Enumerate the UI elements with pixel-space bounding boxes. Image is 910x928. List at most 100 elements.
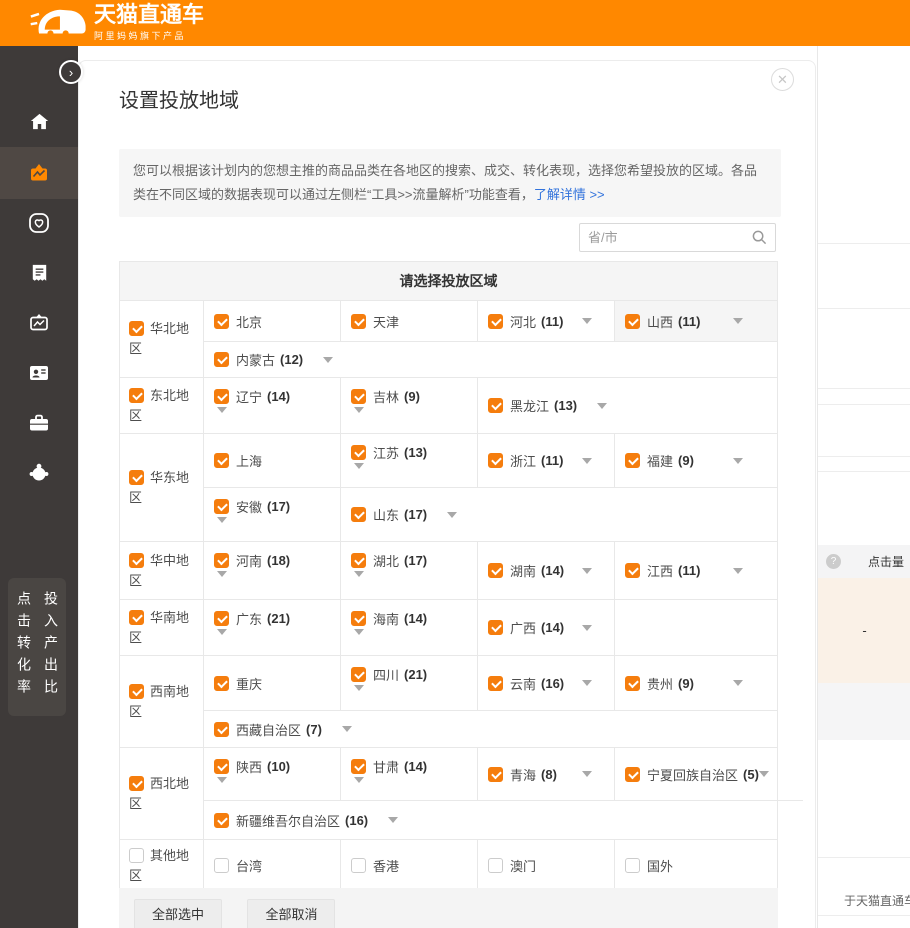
checkbox-icon[interactable] bbox=[351, 553, 366, 568]
chevron-down-icon[interactable] bbox=[759, 771, 769, 777]
province-checkbox-cell[interactable]: 甘肃(14) bbox=[341, 748, 478, 800]
checkbox-icon[interactable] bbox=[351, 445, 366, 460]
chevron-down-icon[interactable] bbox=[733, 680, 743, 686]
search-icon[interactable] bbox=[752, 230, 767, 245]
checkbox-icon[interactable] bbox=[214, 499, 229, 514]
checkbox-icon[interactable] bbox=[129, 776, 144, 791]
checkbox-icon[interactable] bbox=[129, 321, 144, 336]
checkbox-icon[interactable] bbox=[488, 620, 503, 635]
metric-label-ctr[interactable]: 点击转化率 bbox=[10, 591, 37, 716]
checkbox-icon[interactable] bbox=[214, 553, 229, 568]
checkbox-icon[interactable] bbox=[351, 507, 366, 522]
checkbox-icon[interactable] bbox=[625, 676, 640, 691]
checkbox-icon[interactable] bbox=[129, 610, 144, 625]
checkbox-icon[interactable] bbox=[351, 858, 366, 873]
checkbox-icon[interactable] bbox=[129, 388, 144, 403]
province-checkbox-cell[interactable]: 天津 bbox=[341, 301, 478, 341]
checkbox-icon[interactable] bbox=[129, 684, 144, 699]
checkbox-icon[interactable] bbox=[214, 759, 229, 774]
region-checkbox-cell[interactable]: 华东地区 bbox=[120, 434, 204, 541]
chevron-down-icon[interactable] bbox=[354, 571, 364, 594]
province-checkbox-cell[interactable]: 山西(11) bbox=[615, 301, 777, 341]
province-checkbox-cell[interactable]: 浙江(11) bbox=[478, 434, 615, 487]
chevron-down-icon[interactable] bbox=[733, 458, 743, 464]
sidebar-collapse-button[interactable]: › bbox=[59, 60, 83, 84]
chevron-down-icon[interactable] bbox=[388, 817, 398, 823]
sidebar-item-service[interactable] bbox=[0, 447, 78, 499]
checkbox-icon[interactable] bbox=[625, 314, 640, 329]
sidebar-metrics-panel[interactable]: 投入产出比 点击转化率 bbox=[8, 578, 66, 716]
checkbox-icon[interactable] bbox=[488, 858, 503, 873]
province-checkbox-cell[interactable]: 辽宁(14) bbox=[204, 378, 341, 433]
select-all-button[interactable]: 全部选中 bbox=[134, 899, 222, 928]
close-button[interactable]: ✕ bbox=[771, 68, 794, 91]
checkbox-icon[interactable] bbox=[214, 676, 229, 691]
chevron-down-icon[interactable] bbox=[217, 571, 227, 594]
checkbox-icon[interactable] bbox=[129, 470, 144, 485]
checkbox-icon[interactable] bbox=[351, 314, 366, 329]
checkbox-icon[interactable] bbox=[214, 813, 229, 828]
province-checkbox-cell[interactable]: 安徽(17) bbox=[204, 488, 341, 541]
checkbox-icon[interactable] bbox=[214, 611, 229, 626]
chevron-down-icon[interactable] bbox=[342, 726, 352, 732]
chevron-down-icon[interactable] bbox=[582, 318, 592, 324]
region-checkbox-cell[interactable]: 华中地区 bbox=[120, 542, 204, 599]
province-checkbox-cell[interactable]: 云南(16) bbox=[478, 656, 615, 710]
sidebar-item-frame-chart[interactable] bbox=[0, 297, 78, 349]
province-checkbox-cell[interactable]: 国外 bbox=[615, 840, 777, 891]
metric-label-roi[interactable]: 投入产出比 bbox=[37, 591, 64, 716]
checkbox-icon[interactable] bbox=[214, 858, 229, 873]
chevron-down-icon[interactable] bbox=[354, 685, 364, 708]
region-checkbox-cell[interactable]: 华北地区 bbox=[120, 301, 204, 377]
chevron-down-icon[interactable] bbox=[354, 777, 364, 800]
checkbox-icon[interactable] bbox=[625, 767, 640, 782]
region-checkbox-cell[interactable]: 西南地区 bbox=[120, 656, 204, 747]
chevron-down-icon[interactable] bbox=[217, 629, 227, 652]
cancel-all-button[interactable]: 全部取消 bbox=[247, 899, 335, 928]
chevron-down-icon[interactable] bbox=[447, 512, 457, 518]
province-checkbox-cell[interactable]: 吉林(9) bbox=[341, 378, 478, 433]
province-checkbox-cell[interactable]: 北京 bbox=[204, 301, 341, 341]
checkbox-icon[interactable] bbox=[214, 352, 229, 367]
province-checkbox-cell[interactable]: 江西(11) bbox=[615, 542, 777, 599]
search-input[interactable] bbox=[580, 230, 752, 245]
chevron-down-icon[interactable] bbox=[217, 777, 227, 800]
province-checkbox-cell[interactable]: 广东(21) bbox=[204, 600, 341, 655]
checkbox-icon[interactable] bbox=[214, 389, 229, 404]
checkbox-icon[interactable] bbox=[351, 389, 366, 404]
province-checkbox-cell[interactable]: 青海(8) bbox=[478, 748, 615, 800]
chevron-down-icon[interactable] bbox=[582, 771, 592, 777]
province-checkbox-cell[interactable]: 宁夏回族自治区(5) bbox=[615, 748, 803, 800]
checkbox-icon[interactable] bbox=[488, 767, 503, 782]
chevron-down-icon[interactable] bbox=[733, 568, 743, 574]
logo[interactable]: 天猫直通车 阿里妈妈旗下产品 bbox=[28, 4, 204, 42]
sidebar-item-report[interactable] bbox=[0, 247, 78, 299]
region-checkbox-cell[interactable]: 西北地区 bbox=[120, 748, 204, 839]
chevron-down-icon[interactable] bbox=[354, 407, 364, 430]
province-checkbox-cell[interactable]: 海南(14) bbox=[341, 600, 478, 655]
province-checkbox-cell[interactable]: 河北(11) bbox=[478, 301, 615, 341]
chevron-down-icon[interactable] bbox=[217, 407, 227, 430]
checkbox-icon[interactable] bbox=[129, 848, 144, 863]
province-checkbox-cell[interactable]: 广西(14) bbox=[478, 600, 615, 655]
region-checkbox-cell[interactable]: 东北地区 bbox=[120, 378, 204, 433]
chevron-down-icon[interactable] bbox=[582, 680, 592, 686]
checkbox-icon[interactable] bbox=[214, 314, 229, 329]
province-checkbox-cell[interactable]: 江苏(13) bbox=[341, 434, 478, 487]
sidebar-item-campaign[interactable] bbox=[0, 147, 78, 199]
checkbox-icon[interactable] bbox=[625, 453, 640, 468]
region-checkbox-cell[interactable]: 华南地区 bbox=[120, 600, 204, 655]
province-checkbox-cell[interactable]: 香港 bbox=[341, 840, 478, 891]
province-checkbox-cell[interactable]: 新疆维吾尔自治区(16) bbox=[204, 801, 803, 839]
learn-more-link[interactable]: 了解详情 >> bbox=[534, 187, 605, 202]
province-checkbox-cell[interactable]: 内蒙古(12) bbox=[204, 342, 777, 377]
checkbox-icon[interactable] bbox=[625, 858, 640, 873]
checkbox-icon[interactable] bbox=[488, 398, 503, 413]
chevron-down-icon[interactable] bbox=[323, 357, 333, 363]
province-checkbox-cell[interactable]: 西藏自治区(7) bbox=[204, 711, 777, 747]
chevron-down-icon[interactable] bbox=[582, 568, 592, 574]
province-checkbox-cell[interactable]: 福建(9) bbox=[615, 434, 777, 487]
province-checkbox-cell[interactable]: 河南(18) bbox=[204, 542, 341, 599]
province-checkbox-cell[interactable]: 重庆 bbox=[204, 656, 341, 710]
region-checkbox-cell[interactable]: 其他地区 bbox=[120, 840, 204, 891]
